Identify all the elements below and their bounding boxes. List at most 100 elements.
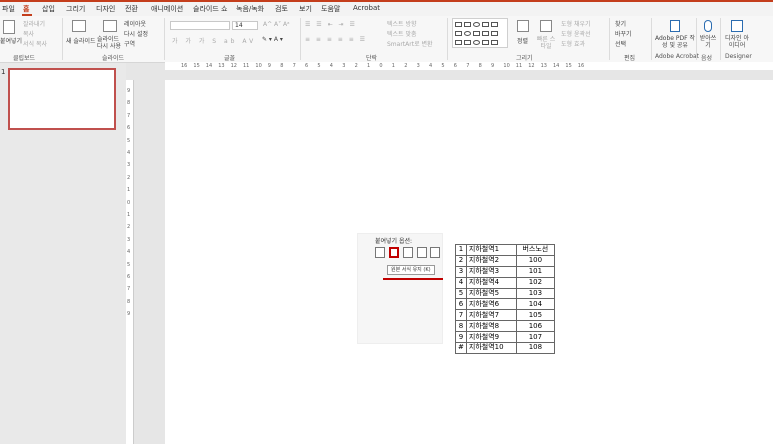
- format-painter-button[interactable]: 서식 복사: [23, 39, 47, 48]
- table-cell[interactable]: 6: [455, 298, 467, 311]
- font-family-box[interactable]: [170, 21, 230, 30]
- table-cell[interactable]: 지하철역8: [465, 320, 517, 333]
- rectangle-shape-icon[interactable]: [482, 31, 489, 36]
- tab-acrobat[interactable]: Acrobat: [353, 4, 380, 12]
- dictate-button[interactable]: 받아쓰기: [699, 35, 717, 49]
- table-cell[interactable]: 지하철역3: [465, 265, 517, 278]
- oval-shape-icon[interactable]: [473, 40, 480, 45]
- arrange-icon[interactable]: [517, 20, 529, 32]
- microphone-icon[interactable]: [704, 20, 712, 32]
- grow-font-icon[interactable]: A^ A˅ Aᵃ: [263, 21, 290, 28]
- quick-styles-icon[interactable]: [540, 20, 552, 32]
- table-cell[interactable]: 지하철역4: [465, 276, 517, 289]
- quick-styles-button[interactable]: 빠른 스타일: [535, 36, 557, 50]
- new-slide-icon[interactable]: [72, 20, 86, 32]
- use-destination-styles-icon[interactable]: [375, 247, 385, 258]
- table-cell[interactable]: 지하철역1: [465, 244, 517, 256]
- tab-home[interactable]: 홈: [23, 4, 29, 14]
- shape-fill-button[interactable]: 도형 채우기: [561, 19, 591, 28]
- table-cell[interactable]: 5: [455, 287, 467, 300]
- section-button[interactable]: 구역: [124, 39, 135, 48]
- rectangle-shape-icon[interactable]: [482, 22, 489, 27]
- table-cell[interactable]: 8: [455, 320, 467, 333]
- font-size-box[interactable]: 14: [232, 21, 258, 30]
- shape-effects-button[interactable]: 도형 효과: [561, 39, 585, 48]
- tab-draw[interactable]: 그리기: [66, 4, 85, 14]
- picture-icon[interactable]: [417, 247, 427, 258]
- rectangle-shape-icon[interactable]: [482, 40, 489, 45]
- tab-slideshow[interactable]: 슬라이드 쇼: [193, 4, 227, 14]
- rectangle-shape-icon[interactable]: [491, 22, 498, 27]
- table-cell[interactable]: 104: [515, 298, 555, 311]
- layout-button[interactable]: 레이아웃: [124, 19, 146, 28]
- tab-record[interactable]: 녹음/녹화: [236, 4, 264, 14]
- table-cell[interactable]: 지하철역7: [465, 309, 517, 322]
- table-cell[interactable]: 지하철역6: [465, 298, 517, 311]
- rectangle-shape-icon[interactable]: [464, 40, 471, 45]
- paste-button-label[interactable]: 붙여넣기: [0, 36, 22, 45]
- table-cell[interactable]: 2: [455, 254, 467, 267]
- table-cell[interactable]: 105: [515, 309, 555, 322]
- designer-icon[interactable]: [731, 20, 743, 32]
- tab-design[interactable]: 디자인: [96, 4, 115, 14]
- arrange-button[interactable]: 정렬: [517, 36, 528, 45]
- table-cell[interactable]: 3: [455, 265, 467, 278]
- table-cell[interactable]: 101: [515, 265, 555, 278]
- list-buttons[interactable]: ☰ ☰ ⇤ ⇥ ☰: [305, 21, 357, 28]
- table-cell[interactable]: 지하철역10: [465, 342, 517, 354]
- design-ideas-button[interactable]: 디자인 아이디어: [723, 35, 751, 49]
- keep-text-only-icon[interactable]: [430, 247, 440, 258]
- font-format-buttons[interactable]: 가 가 가 S ab AV: [172, 36, 256, 45]
- text-direction-button[interactable]: 텍스트 방향: [387, 19, 417, 28]
- tab-view[interactable]: 보기: [299, 4, 312, 14]
- find-button[interactable]: 찾기: [615, 19, 626, 28]
- slide-thumbnail[interactable]: [8, 68, 116, 130]
- reset-button[interactable]: 다시 설정: [124, 29, 148, 38]
- table-cell[interactable]: #: [455, 342, 467, 354]
- table-cell[interactable]: 지하철역5: [465, 287, 517, 300]
- table-cell[interactable]: 107: [515, 331, 555, 344]
- tab-review[interactable]: 검토: [275, 4, 288, 14]
- align-buttons[interactable]: ≡ ≡ ≡ ≡ ≡ ☰: [305, 36, 367, 43]
- tab-insert[interactable]: 삽입: [42, 4, 55, 14]
- table-cell[interactable]: 102: [515, 276, 555, 289]
- select-button[interactable]: 선택: [615, 39, 626, 48]
- oval-shape-icon[interactable]: [473, 22, 480, 27]
- pasted-table[interactable]: 1 지하철역1 버스노선 2 지하철역2 100 3 지하철역3 101 4 지하철역4 102…: [455, 244, 555, 354]
- tab-file[interactable]: 파일: [2, 4, 15, 14]
- copy-button[interactable]: 복사: [23, 29, 34, 38]
- paste-icon[interactable]: [3, 20, 15, 34]
- tab-help[interactable]: 도움말: [321, 4, 340, 14]
- table-cell[interactable]: 9: [455, 331, 467, 344]
- cut-button[interactable]: 잘라내기: [23, 19, 45, 28]
- rectangle-shape-icon[interactable]: [455, 22, 462, 27]
- table-cell[interactable]: 1: [455, 244, 467, 256]
- table-cell[interactable]: 지하철역2: [465, 254, 517, 267]
- embed-icon[interactable]: [403, 247, 413, 258]
- smartart-button[interactable]: SmartArt로 변환: [387, 39, 433, 48]
- rectangle-shape-icon[interactable]: [491, 40, 498, 45]
- table-cell[interactable]: 100: [515, 254, 555, 267]
- reuse-slide-button[interactable]: 슬라이드 다시 사용: [97, 36, 123, 50]
- tab-animations[interactable]: 애니메이션: [151, 4, 183, 14]
- rectangle-shape-icon[interactable]: [491, 31, 498, 36]
- tab-transitions[interactable]: 전환: [125, 4, 138, 14]
- font-color-icon[interactable]: ✎ ▾ A ▾: [262, 36, 283, 43]
- table-cell[interactable]: 버스노선: [515, 244, 555, 256]
- reuse-slide-icon[interactable]: [103, 20, 117, 32]
- rectangle-shape-icon[interactable]: [455, 40, 462, 45]
- create-pdf-button[interactable]: Adobe PDF 작성 및 공유: [655, 35, 695, 49]
- keep-source-formatting-icon[interactable]: [389, 247, 399, 258]
- align-text-button[interactable]: 텍스트 맞춤: [387, 29, 417, 38]
- rectangle-shape-icon[interactable]: [455, 31, 462, 36]
- table-cell[interactable]: 103: [515, 287, 555, 300]
- adobe-pdf-icon[interactable]: [670, 20, 680, 32]
- replace-button[interactable]: 바꾸기: [615, 29, 632, 38]
- rectangle-shape-icon[interactable]: [473, 31, 480, 36]
- table-cell[interactable]: 지하철역9: [465, 331, 517, 344]
- rectangle-shape-icon[interactable]: [464, 22, 471, 27]
- new-slide-button[interactable]: 새 슬라이드: [66, 36, 96, 45]
- table-cell[interactable]: 108: [515, 342, 555, 354]
- table-cell[interactable]: 7: [455, 309, 467, 322]
- table-cell[interactable]: 106: [515, 320, 555, 333]
